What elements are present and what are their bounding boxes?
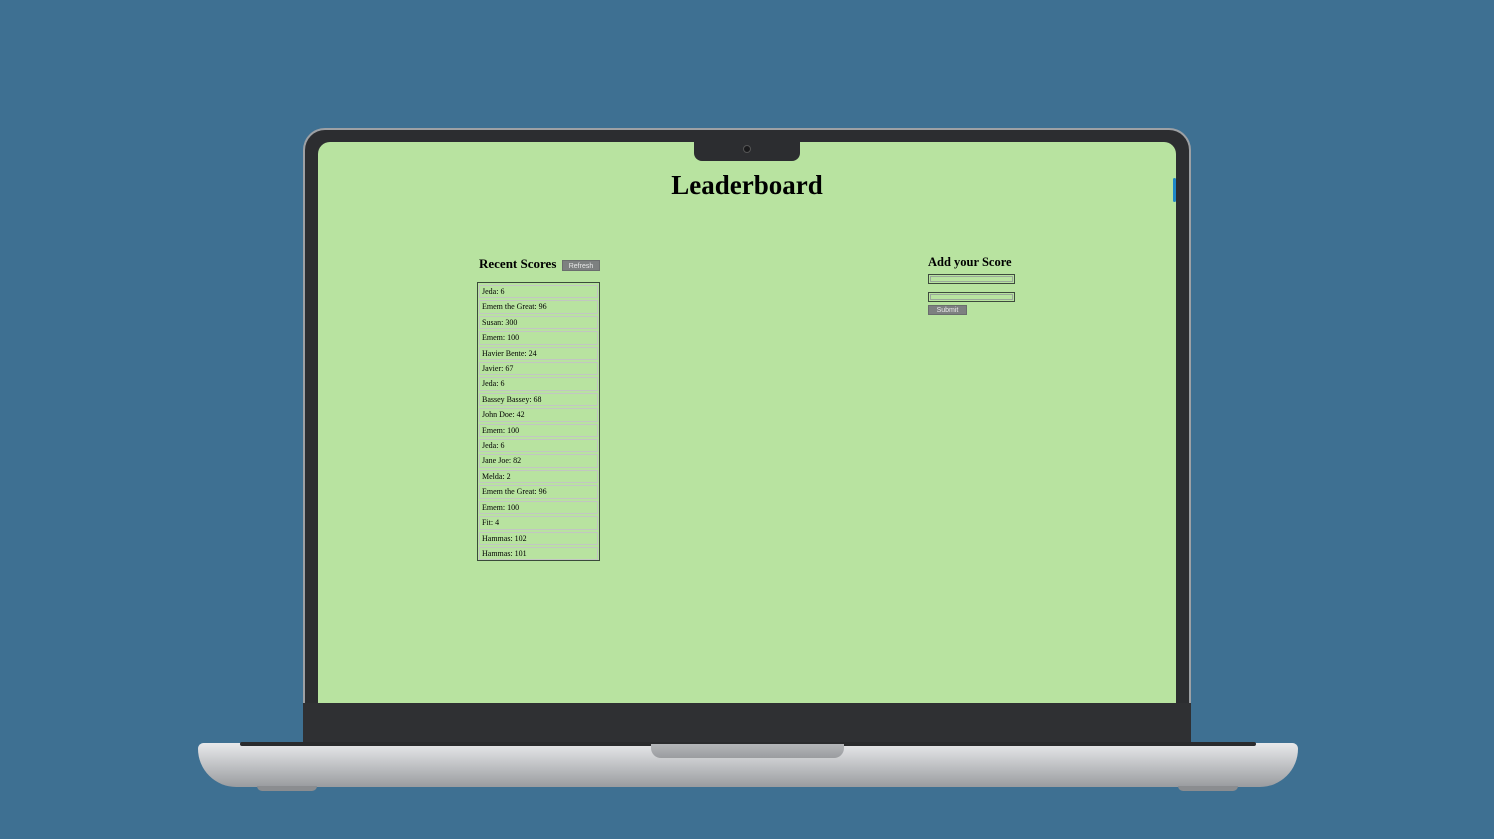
- laptop-foot-right: [1178, 786, 1238, 791]
- recent-scores-heading: Recent Scores: [479, 256, 557, 271]
- score-list-item: Emem the Great: 96: [479, 300, 598, 314]
- laptop-chin: [303, 703, 1191, 745]
- score-list-item: Jeda: 6: [479, 285, 598, 299]
- page-title: Leaderboard: [671, 170, 823, 200]
- score-list-item: John Doe: 42: [479, 408, 598, 422]
- score-input[interactable]: [928, 292, 1015, 302]
- score-list-item: Jeda: 6: [479, 439, 598, 453]
- score-list-item: Emem: 100: [479, 423, 598, 438]
- score-list-item: Jeda: 6: [479, 377, 598, 391]
- browser-viewport: Leaderboard Recent Scores Refresh Jeda: …: [318, 142, 1176, 703]
- refresh-button[interactable]: Refresh: [562, 260, 600, 271]
- score-list-item: Javier: 67: [479, 362, 598, 376]
- score-list-item: Fit: 4: [479, 516, 598, 530]
- scores-list: Jeda: 6 Emem the Great: 96 Susan: 300 Emem:…: [477, 282, 600, 561]
- laptop-foot-left: [257, 786, 317, 791]
- score-list-item: Jane Joe: 82: [479, 454, 598, 468]
- score-list-item: Bassey Bassey: 68: [479, 392, 598, 407]
- score-list-item: Emem: 100: [479, 500, 598, 515]
- trackpad-notch: [651, 744, 844, 758]
- score-list-item: Susan: 300: [479, 315, 598, 330]
- score-list-item: Havier Bente: 24: [479, 346, 598, 361]
- side-accent-bar: [1173, 178, 1176, 202]
- name-input[interactable]: [928, 274, 1015, 284]
- camera-icon: [743, 145, 751, 153]
- score-list-item: Emem the Great: 96: [479, 485, 598, 499]
- score-list-item: Emem: 100: [479, 331, 598, 345]
- add-score-heading: Add your Score: [928, 255, 1012, 269]
- submit-button[interactable]: Submit: [928, 305, 967, 315]
- score-list-item: Hammas: 102: [479, 531, 598, 545]
- score-list-item: Melda: 2: [479, 469, 598, 484]
- score-list-item: Hammas: 101: [479, 546, 598, 561]
